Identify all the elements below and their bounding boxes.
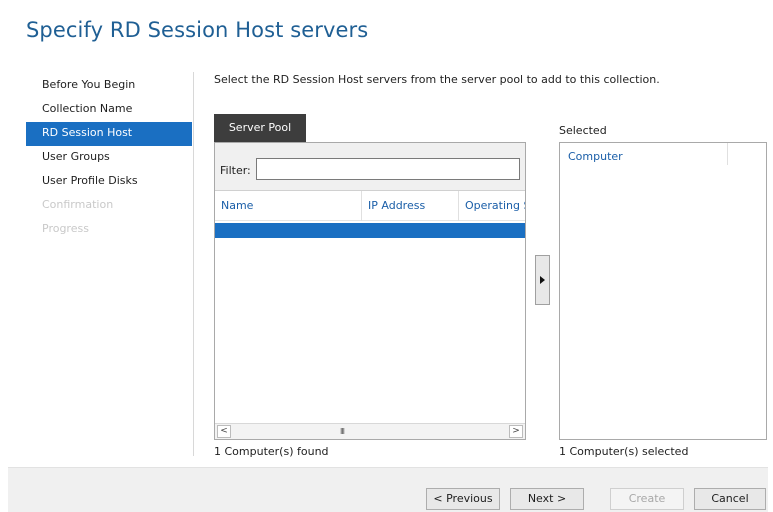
tab-server-pool[interactable]: Server Pool (214, 114, 306, 142)
next-button[interactable]: Next > (510, 488, 584, 510)
nav-item-confirmation: Confirmation (42, 198, 114, 211)
nav-divider (193, 72, 194, 456)
filter-label: Filter: (220, 164, 251, 177)
scroll-left-icon[interactable]: < (217, 425, 231, 438)
add-server-button[interactable] (535, 255, 550, 305)
server-pool-column-headers: Name IP Address Operating S (215, 191, 525, 221)
cancel-button[interactable]: Cancel (694, 488, 766, 510)
create-button: Create (610, 488, 684, 510)
column-divider[interactable] (361, 191, 362, 221)
column-header-computer[interactable]: Computer (568, 150, 623, 163)
column-header-name[interactable]: Name (221, 199, 361, 212)
column-divider[interactable] (458, 191, 459, 221)
play-right-icon (540, 276, 545, 284)
column-header-ip-address[interactable]: IP Address (368, 199, 458, 212)
selected-label: Selected (559, 124, 607, 137)
nav-item-rd-session-host[interactable]: RD Session Host (26, 122, 192, 146)
nav-item-user-profile-disks[interactable]: User Profile Disks (26, 170, 192, 194)
wizard-nav: Before You Begin Collection Name RD Sess… (26, 74, 192, 242)
wizard-footer: < Previous Next > Create Cancel (8, 467, 768, 512)
selected-servers-list[interactable]: Computer (559, 142, 767, 440)
nav-item-user-groups[interactable]: User Groups (26, 146, 192, 170)
scroll-thumb[interactable]: III (325, 426, 359, 437)
instruction-text: Select the RD Session Host servers from … (214, 73, 660, 86)
column-header-operating-system[interactable]: Operating S (465, 199, 525, 212)
filter-bar: Filter: (215, 143, 525, 191)
table-row[interactable] (215, 223, 525, 238)
nav-item-before-you-begin[interactable]: Before You Begin (26, 74, 192, 98)
nav-item-progress: Progress (42, 222, 89, 235)
found-count: 1 Computer(s) found (214, 445, 329, 458)
previous-button[interactable]: < Previous (426, 488, 500, 510)
scroll-right-icon[interactable]: > (509, 425, 523, 438)
filter-input[interactable] (256, 158, 520, 180)
column-divider[interactable] (727, 143, 728, 165)
nav-item-collection-name[interactable]: Collection Name (26, 98, 192, 122)
horizontal-scrollbar[interactable]: < III > (215, 423, 525, 439)
server-pool-panel: Filter: Name IP Address Operating S < II… (214, 142, 526, 440)
page-title: Specify RD Session Host servers (26, 18, 369, 42)
selected-count: 1 Computer(s) selected (559, 445, 689, 458)
